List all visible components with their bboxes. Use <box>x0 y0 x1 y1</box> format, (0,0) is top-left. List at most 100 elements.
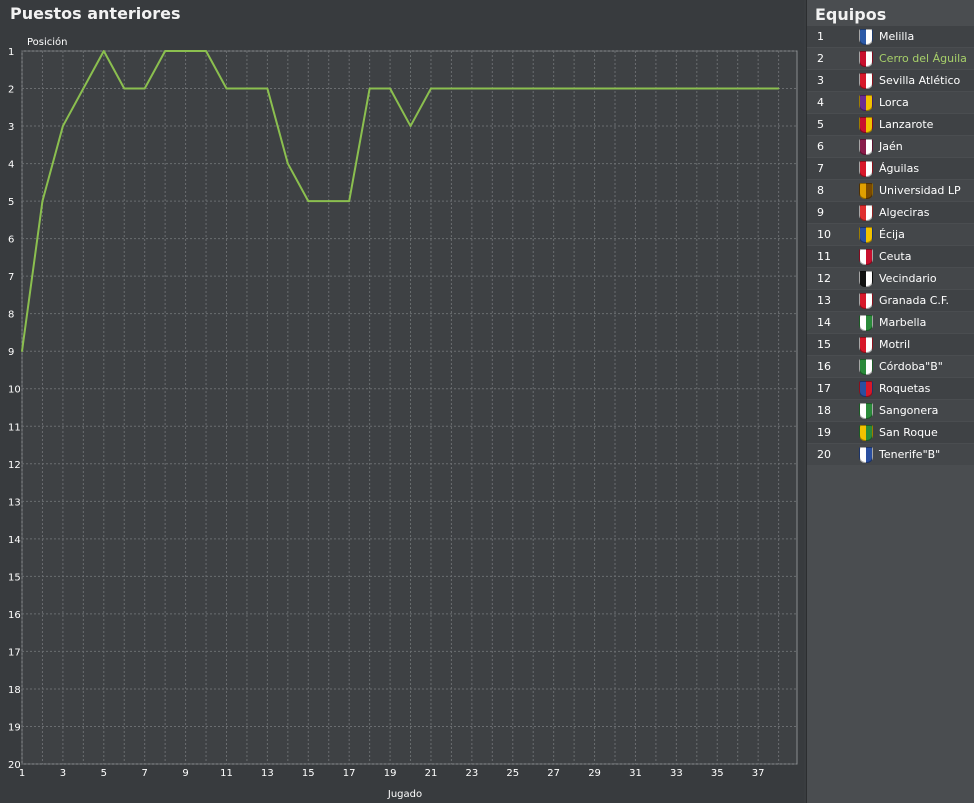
team-row[interactable]: 1 Melilla <box>807 26 974 47</box>
x-tick-label: 23 <box>466 768 479 779</box>
team-row[interactable]: 20 Tenerife"B" <box>807 444 974 465</box>
y-tick-label: 6 <box>8 235 14 246</box>
team-name[interactable]: Granada C.F. <box>879 294 949 307</box>
crest-vecindario-icon <box>859 271 873 287</box>
y-tick-label: 4 <box>8 160 14 171</box>
team-position: 6 <box>817 140 824 153</box>
data-point <box>41 200 44 202</box>
team-row[interactable]: 16 Córdoba"B" <box>807 356 974 377</box>
team-position: 18 <box>817 404 831 417</box>
crest-algeciras-icon <box>859 205 873 221</box>
data-point <box>327 200 330 202</box>
data-point <box>757 87 759 90</box>
y-tick-label: 12 <box>8 460 21 471</box>
team-name[interactable]: San Roque <box>879 426 938 439</box>
team-position: 10 <box>817 228 831 241</box>
y-tick-label: 1 <box>8 47 14 58</box>
y-tick-label: 14 <box>8 535 21 546</box>
data-point <box>205 50 207 52</box>
crest-jaen-icon <box>859 139 873 155</box>
data-point <box>307 200 310 202</box>
data-point <box>675 87 678 90</box>
y-tick-label: 2 <box>8 85 14 96</box>
team-name[interactable]: Universidad LP <box>879 184 961 197</box>
team-position: 15 <box>817 338 831 351</box>
y-tick-label: 16 <box>8 610 21 621</box>
team-name[interactable]: Écija <box>879 228 905 241</box>
data-point <box>736 87 739 90</box>
team-name[interactable]: Sangonera <box>879 404 938 417</box>
data-point <box>184 50 187 52</box>
team-name[interactable]: Vecindario <box>879 272 937 285</box>
data-point <box>614 87 616 90</box>
panel-title: Puestos anteriores <box>10 4 181 23</box>
team-name[interactable]: Córdoba"B" <box>879 360 943 373</box>
team-row[interactable]: 8 Universidad LP <box>807 180 974 201</box>
x-tick-label: 7 <box>142 768 148 779</box>
y-tick-label: 13 <box>8 497 21 508</box>
x-tick-label: 9 <box>182 768 188 779</box>
x-tick-label: 11 <box>220 768 233 779</box>
team-name[interactable]: Tenerife"B" <box>879 448 940 461</box>
team-row[interactable]: 5 Lanzarote <box>807 114 974 135</box>
data-point <box>716 87 719 90</box>
team-row[interactable]: 2 Cerro del Águila <box>807 48 974 69</box>
team-name[interactable]: Algeciras <box>879 206 929 219</box>
team-row[interactable]: 15 Motril <box>807 334 974 355</box>
crest-motril-icon <box>859 337 873 353</box>
team-position: 17 <box>817 382 831 395</box>
x-tick-label: 25 <box>506 768 519 779</box>
team-position: 8 <box>817 184 824 197</box>
data-point <box>389 87 391 90</box>
team-row[interactable]: 19 San Roque <box>807 422 974 443</box>
team-row[interactable]: 12 Vecindario <box>807 268 974 289</box>
x-tick-label: 29 <box>588 768 601 779</box>
team-name[interactable]: Melilla <box>879 30 914 43</box>
data-point <box>471 87 473 90</box>
team-name[interactable]: Roquetas <box>879 382 930 395</box>
crest-granada-icon <box>859 293 873 309</box>
y-tick-label: 19 <box>8 722 21 733</box>
team-row[interactable]: 14 Marbella <box>807 312 974 333</box>
team-name[interactable]: Jaén <box>879 140 903 153</box>
team-position: 14 <box>817 316 831 329</box>
data-point <box>164 50 166 52</box>
data-point <box>62 125 64 127</box>
team-row[interactable]: 7 Águilas <box>807 158 974 179</box>
data-point <box>573 87 575 90</box>
team-row[interactable]: 10 Écija <box>807 224 974 245</box>
data-point <box>552 87 555 90</box>
team-position: 12 <box>817 272 831 285</box>
plot-area <box>21 50 798 765</box>
crest-tenerife-icon <box>859 447 873 463</box>
crest-melilla-icon <box>859 29 873 45</box>
team-name[interactable]: Lorca <box>879 96 909 109</box>
team-name[interactable]: Motril <box>879 338 910 351</box>
team-row[interactable]: 9 Algeciras <box>807 202 974 223</box>
x-tick-label: 3 <box>60 768 66 779</box>
data-point <box>123 87 126 90</box>
team-row[interactable]: 11 Ceuta <box>807 246 974 267</box>
team-name[interactable]: Ceuta <box>879 250 911 263</box>
team-name[interactable]: Marbella <box>879 316 926 329</box>
data-point <box>430 87 432 90</box>
team-row[interactable]: 13 Granada C.F. <box>807 290 974 311</box>
x-tick-label: 5 <box>101 768 107 779</box>
y-tick-label: 5 <box>8 197 14 208</box>
team-position: 2 <box>817 52 824 65</box>
team-position: 7 <box>817 162 824 175</box>
team-row[interactable]: 3 Sevilla Atlético <box>807 70 974 91</box>
team-row[interactable]: 17 Roquetas <box>807 378 974 399</box>
team-position: 19 <box>817 426 831 439</box>
team-row[interactable]: 18 Sangonera <box>807 400 974 421</box>
team-name[interactable]: Cerro del Águila <box>879 52 967 65</box>
team-row[interactable]: 4 Lorca <box>807 92 974 113</box>
data-point <box>368 87 371 90</box>
crest-lorca-icon <box>859 95 873 111</box>
team-name[interactable]: Águilas <box>879 162 919 175</box>
crest-aguilas-icon <box>859 161 873 177</box>
team-row[interactable]: 6 Jaén <box>807 136 974 157</box>
team-name[interactable]: Lanzarote <box>879 118 933 131</box>
data-point <box>102 50 105 52</box>
team-name[interactable]: Sevilla Atlético <box>879 74 960 87</box>
